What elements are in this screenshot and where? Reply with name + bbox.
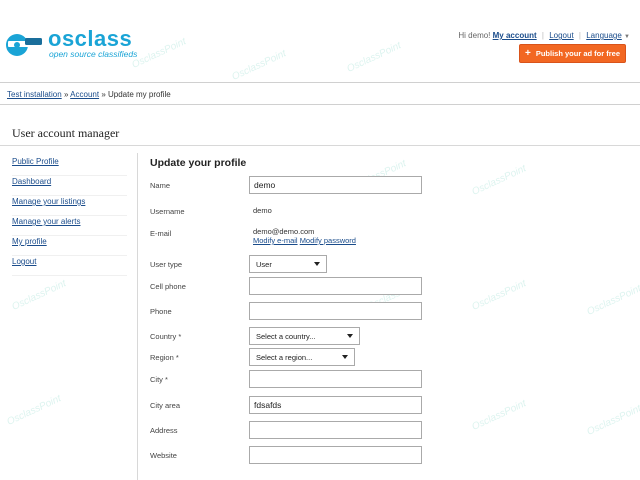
chevron-down-icon xyxy=(342,355,348,359)
greeting-text: Hi demo! xyxy=(458,31,491,40)
watermark: OsclassPoint xyxy=(345,40,403,75)
breadcrumb-home[interactable]: Test installation xyxy=(7,90,62,99)
user-type-select[interactable]: User xyxy=(249,255,327,273)
top-navigation: Hi demo! My account | Logout | Language … xyxy=(458,31,630,40)
title-divider xyxy=(0,145,640,146)
website-label: Website xyxy=(150,451,177,460)
page-title: User account manager xyxy=(12,126,120,140)
logout-link[interactable]: Logout xyxy=(549,31,573,40)
user-type-label: User type xyxy=(150,260,183,269)
name-input[interactable] xyxy=(249,176,422,194)
watermark: OsclassPoint xyxy=(470,278,528,313)
sidebar-item-public-profile[interactable]: Public Profile xyxy=(12,156,127,176)
watermark: OsclassPoint xyxy=(230,48,288,83)
city-area-label: City area xyxy=(150,401,181,410)
country-select[interactable]: Select a country... xyxy=(249,327,360,345)
publish-ad-button[interactable]: + Publish your ad for free xyxy=(519,44,626,63)
sidebar-item-manage-listings[interactable]: Manage your listings xyxy=(12,196,127,216)
address-input[interactable] xyxy=(249,421,422,439)
sidebar-item-manage-alerts[interactable]: Manage your alerts xyxy=(12,216,127,236)
chevron-down-icon xyxy=(347,334,353,338)
email-actions: Modify e-mail Modify password xyxy=(253,236,356,245)
watermark: OsclassPoint xyxy=(5,393,63,428)
modify-email-link[interactable]: Modify e-mail xyxy=(253,236,298,245)
header-divider xyxy=(0,82,640,83)
modify-password-link[interactable]: Modify password xyxy=(300,236,356,245)
logo-tagline: open source classifieds xyxy=(49,49,138,59)
email-label: E-mail xyxy=(150,229,172,238)
plus-icon: + xyxy=(524,47,531,59)
country-selected: Select a country... xyxy=(256,331,316,341)
nav-divider: | xyxy=(541,31,544,40)
breadcrumb-account[interactable]: Account xyxy=(70,90,99,99)
watermark: OsclassPoint xyxy=(470,163,528,198)
country-label: Country * xyxy=(150,332,182,341)
sidebar-item-logout[interactable]: Logout xyxy=(12,256,127,276)
chevron-down-icon xyxy=(314,262,320,266)
breadcrumb-divider xyxy=(0,104,640,105)
publish-ad-label: Publish your ad for free xyxy=(535,49,621,58)
cell-phone-label: Cell phone xyxy=(150,282,186,291)
breadcrumb-separator: » xyxy=(101,90,106,99)
account-sidebar: Public Profile Dashboard Manage your lis… xyxy=(12,156,127,276)
region-selected: Select a region... xyxy=(256,352,313,362)
name-label: Name xyxy=(150,181,171,190)
breadcrumb-current: Update my profile xyxy=(108,90,171,99)
breadcrumb: Test installation » Account » Update my … xyxy=(7,90,171,99)
breadcrumb-separator: » xyxy=(63,90,69,99)
watermark: OsclassPoint xyxy=(585,403,640,438)
nav-divider: | xyxy=(578,31,581,40)
region-label: Region * xyxy=(150,353,179,362)
my-account-link[interactable]: My account xyxy=(493,31,537,40)
phone-label: Phone xyxy=(150,307,172,316)
watermark: OsclassPoint xyxy=(10,278,68,313)
language-menu[interactable]: Language xyxy=(586,31,622,40)
phone-input[interactable] xyxy=(249,302,422,320)
email-value: demo@demo.com xyxy=(253,227,315,236)
user-type-selected: User xyxy=(256,259,272,269)
city-area-input[interactable] xyxy=(249,396,422,414)
logo-mark-icon xyxy=(6,34,42,56)
sidebar-item-dashboard[interactable]: Dashboard xyxy=(12,176,127,196)
region-select[interactable]: Select a region... xyxy=(249,348,355,366)
sidebar-divider xyxy=(137,153,138,480)
website-input[interactable] xyxy=(249,446,422,464)
city-label: City * xyxy=(150,375,168,384)
username-value: demo xyxy=(253,206,272,215)
username-label: Username xyxy=(150,207,185,216)
watermark: OsclassPoint xyxy=(470,398,528,433)
sidebar-item-my-profile[interactable]: My profile xyxy=(12,236,127,256)
cell-phone-input[interactable] xyxy=(249,277,422,295)
form-title: Update your profile xyxy=(150,157,247,169)
site-logo[interactable]: osclass open source classifieds xyxy=(5,26,145,64)
city-input[interactable] xyxy=(249,370,422,388)
watermark: OsclassPoint xyxy=(585,283,640,318)
chevron-down-icon: ▼ xyxy=(624,34,630,40)
address-label: Address xyxy=(150,426,178,435)
